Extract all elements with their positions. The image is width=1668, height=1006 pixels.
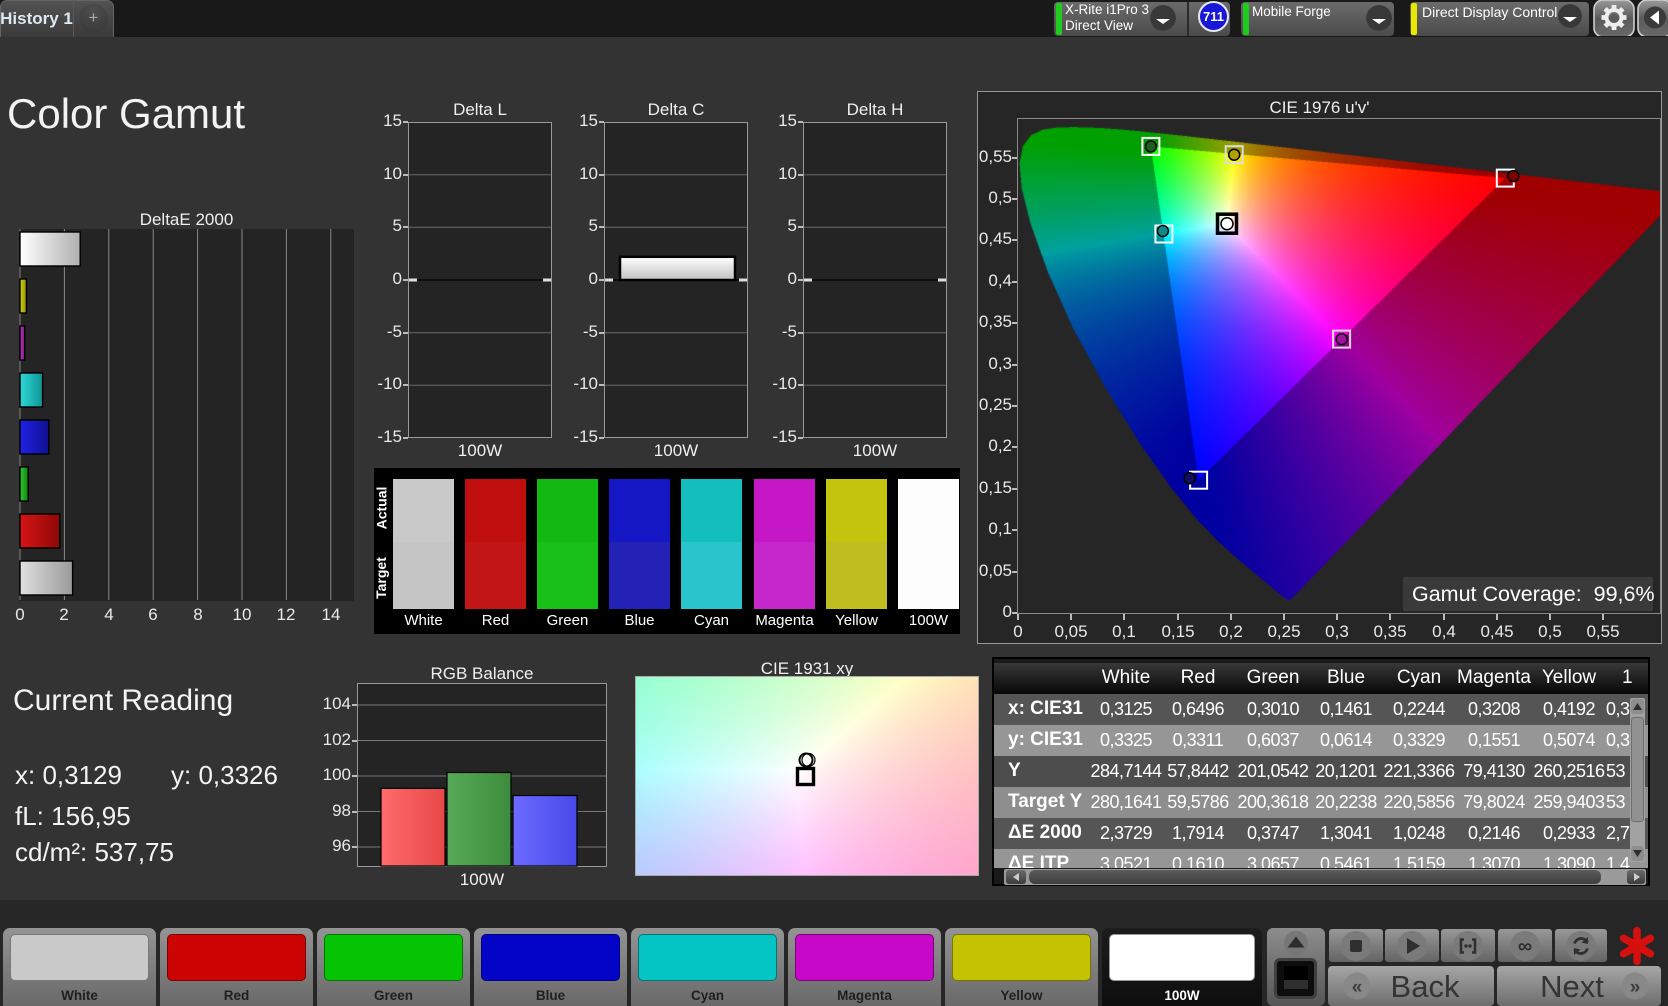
svg-text:»: » xyxy=(1630,977,1641,998)
svg-text:∞: ∞ xyxy=(1518,936,1532,958)
svg-text:«: « xyxy=(1352,977,1363,998)
